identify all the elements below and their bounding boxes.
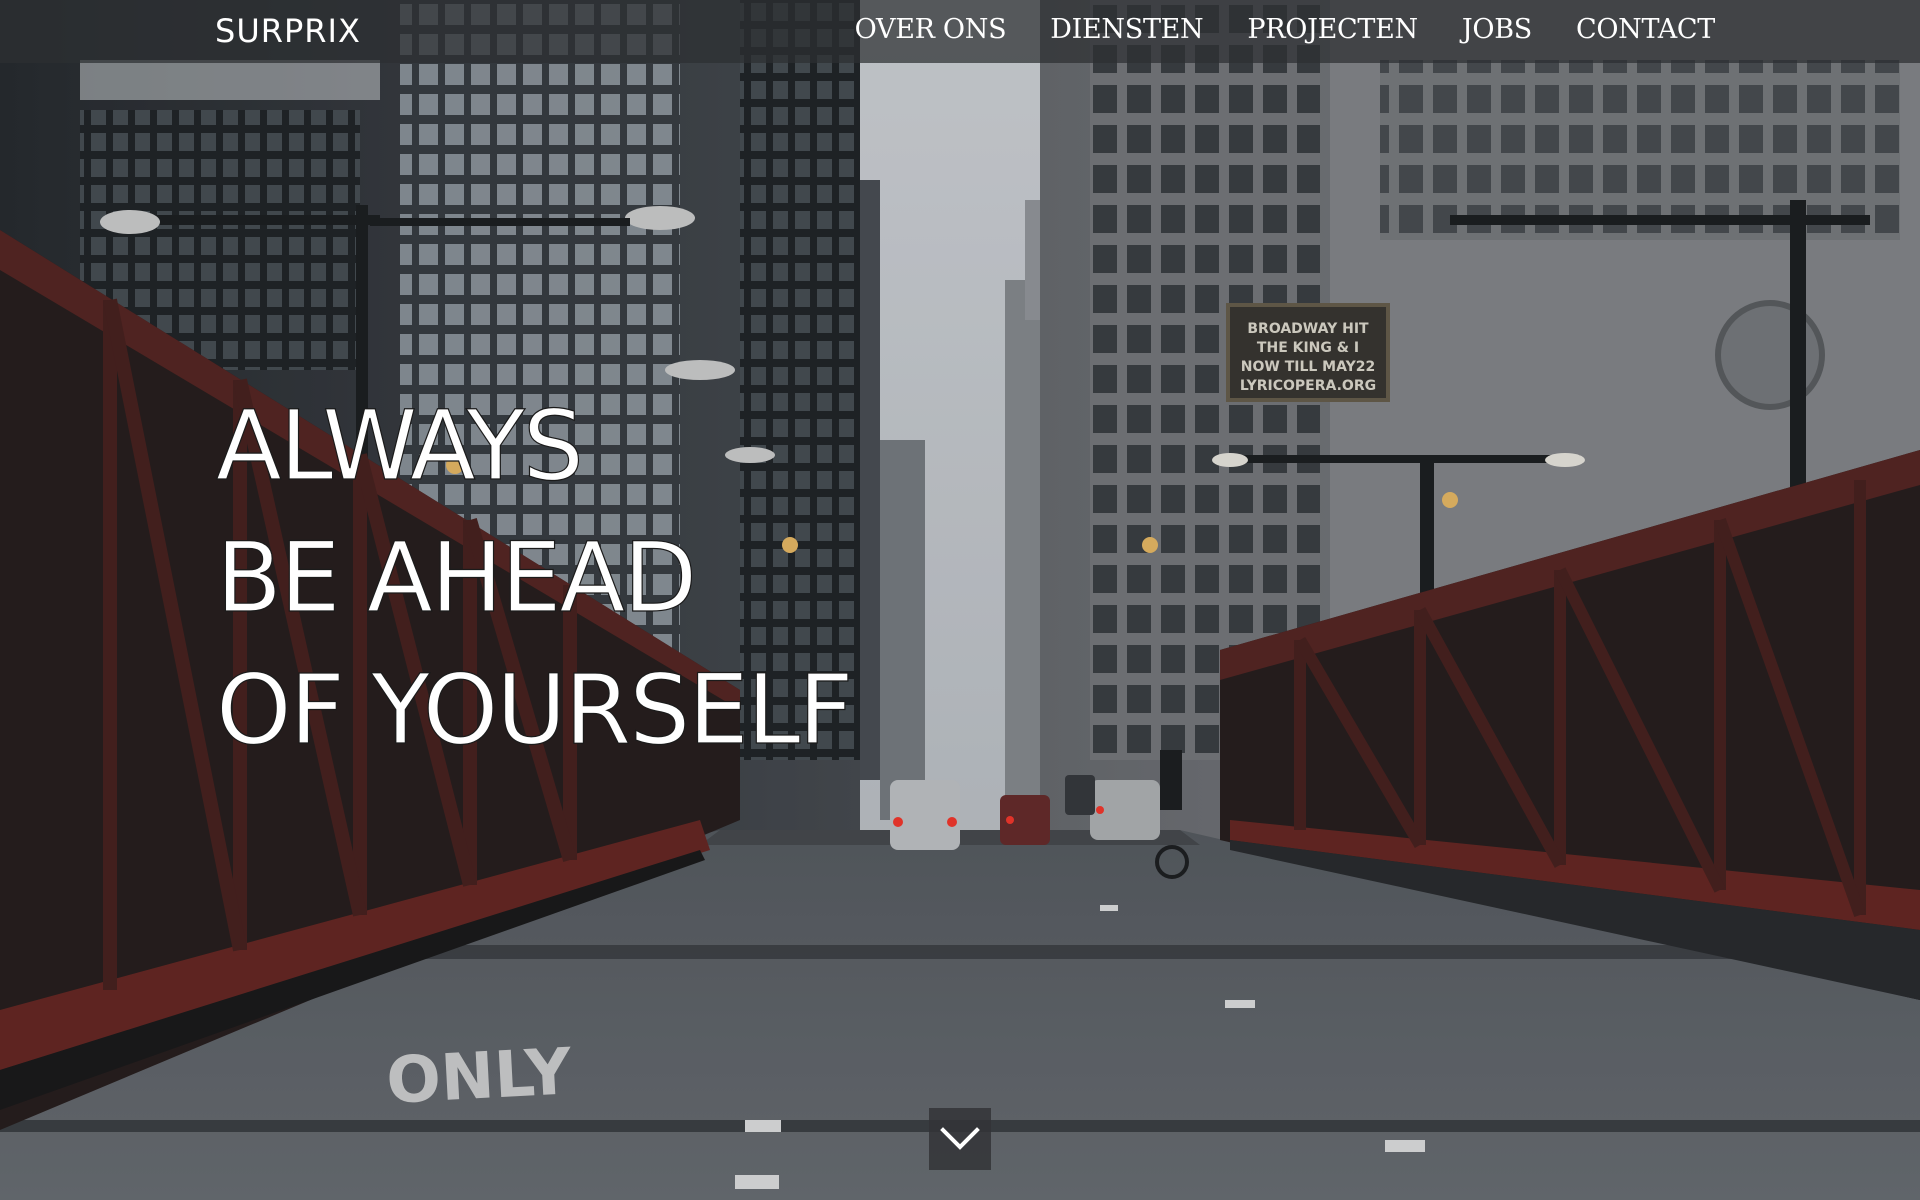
nav-item-jobs[interactable]: JOBS [1462, 14, 1532, 45]
headline-line-1: ALWAYS [215, 389, 584, 502]
nav-item-diensten[interactable]: DIENSTEN [1050, 14, 1203, 45]
main-nav: OVER ONS DIENSTEN PROJECTEN JOBS CONTACT [811, 14, 1716, 45]
nav-item-projecten[interactable]: PROJECTEN [1247, 14, 1418, 45]
hero-headline: ALWAYS BE AHEAD OF YOURSELF [215, 380, 854, 776]
scroll-down-button[interactable] [929, 1108, 991, 1170]
nav-item-over-ons[interactable]: OVER ONS [855, 14, 1007, 45]
top-navigation-bar: SURPRIX OVER ONS DIENSTEN PROJECTEN JOBS… [0, 0, 1920, 63]
nav-item-contact[interactable]: CONTACT [1576, 14, 1715, 45]
brand-logo[interactable]: SURPRIX [215, 12, 361, 50]
headline-line-3: OF YOURSELF [215, 653, 854, 766]
chevron-down-icon [940, 1127, 980, 1150]
headline-line-2: BE AHEAD [215, 521, 697, 634]
